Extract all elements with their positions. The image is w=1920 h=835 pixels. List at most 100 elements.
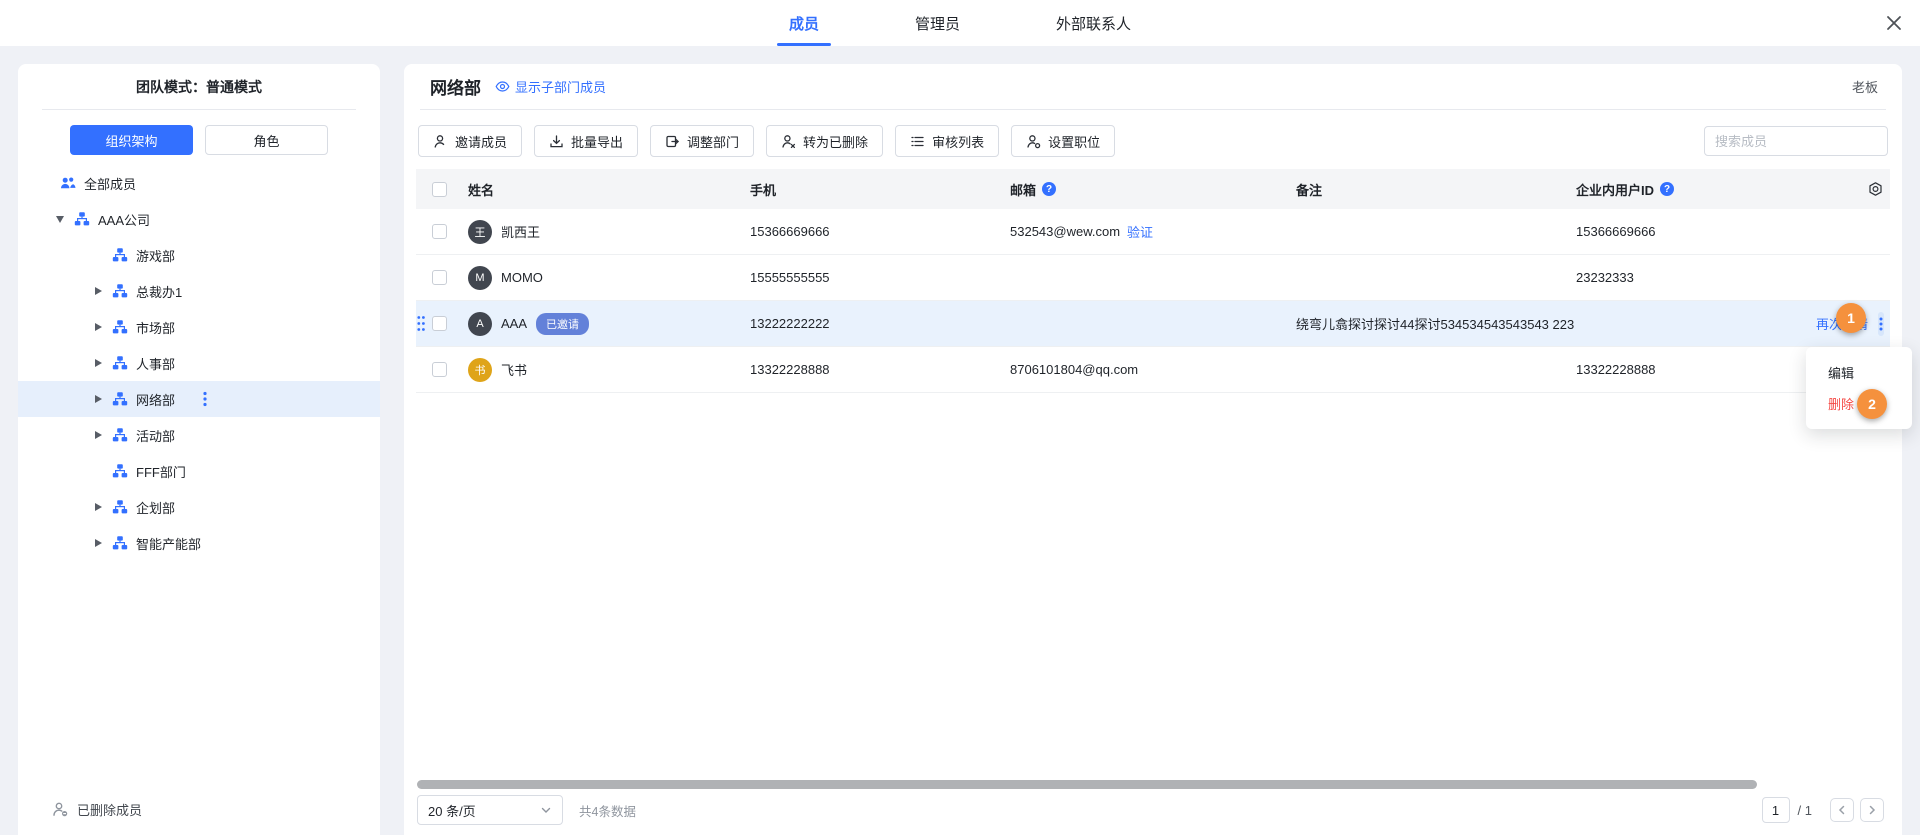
member-email: 532543@wew.com [1010, 224, 1120, 239]
person-x-icon [781, 134, 796, 149]
page-size-select[interactable]: 20 条/页 [417, 795, 563, 825]
search-input[interactable] [1705, 134, 1895, 149]
member-name: 凯西王 [501, 222, 540, 241]
org-chart-icon [112, 283, 128, 299]
tree-item-dept[interactable]: FFF部门 [18, 453, 380, 489]
table-row[interactable]: M MOMO 15555555555 23232333 [416, 255, 1890, 301]
total-pages-label: / 1 [1798, 803, 1812, 818]
main-header: 网络部 显示子部门成员 老板 [420, 64, 1886, 110]
table-row-selected[interactable]: A AAA 已邀请 13222222222 绕弯儿翕探讨探讨44探讨534534… [416, 301, 1890, 347]
page-size-value: 20 条/页 [428, 801, 476, 820]
table-row[interactable]: 王 凯西王 15366669666 532543@wew.com 验证 1536… [416, 209, 1890, 255]
org-chart-icon [112, 427, 128, 443]
tree-item-dept[interactable]: 游戏部 [18, 237, 380, 273]
caret-right-icon[interactable] [92, 321, 104, 333]
org-structure-button[interactable]: 组织架构 [70, 125, 193, 155]
handle-cell [416, 315, 432, 332]
phone-cell: 15555555555 [750, 270, 1010, 285]
caret-down-icon[interactable] [54, 213, 66, 225]
context-menu-edit[interactable]: 编辑 [1806, 357, 1912, 388]
people-icon [60, 175, 76, 191]
next-page-button[interactable] [1860, 798, 1884, 822]
user-id-cell: 23232333 [1576, 270, 1816, 285]
close-icon[interactable] [1884, 13, 1904, 33]
tree-item-dept-selected[interactable]: 网络部 [18, 381, 380, 417]
more-vertical-icon[interactable] [203, 391, 207, 407]
question-mark-icon[interactable]: ? [1660, 182, 1674, 196]
horizontal-scrollbar[interactable] [417, 780, 1757, 789]
member-phone: 15555555555 [750, 270, 830, 285]
move-to-deleted-button[interactable]: 转为已删除 [766, 125, 883, 157]
person-gear-icon [1026, 134, 1041, 149]
adjust-department-label: 调整部门 [687, 132, 739, 151]
batch-export-button[interactable]: 批量导出 [534, 125, 638, 157]
col-remark: 备注 [1296, 180, 1576, 199]
tab-admins[interactable]: 管理员 [887, 0, 988, 46]
org-chart-icon [112, 355, 128, 371]
tree-item-all-members[interactable]: 全部成员 [18, 165, 380, 201]
page-size-area: 20 条/页 共4条数据 [417, 795, 636, 825]
chevron-right-icon [1866, 804, 1878, 816]
row-checkbox[interactable] [432, 316, 447, 331]
select-all-checkbox[interactable] [432, 182, 447, 197]
transfer-icon [665, 134, 680, 149]
avatar: M [468, 266, 492, 290]
current-page-input[interactable] [1762, 797, 1790, 823]
caret-right-icon[interactable] [92, 393, 104, 405]
caret-right-icon[interactable] [92, 429, 104, 441]
name-cell: 书 飞书 [468, 358, 750, 382]
verify-email-link[interactable]: 验证 [1127, 222, 1153, 241]
member-name: MOMO [501, 270, 543, 285]
set-position-button[interactable]: 设置职位 [1011, 125, 1115, 157]
select-all-cell [432, 182, 468, 197]
sidebar-panel: 团队模式：普通模式 组织架构 角色 全部成员 AAA公司 游戏部 总裁办1 市 [18, 64, 380, 835]
member-search-box [1704, 126, 1888, 156]
member-email: 8706101804@qq.com [1010, 362, 1138, 377]
member-phone: 15366669666 [750, 224, 830, 239]
name-cell: M MOMO [468, 266, 750, 290]
tree-item-dept[interactable]: 智能产能部 [18, 525, 380, 561]
tree-item-dept[interactable]: 市场部 [18, 309, 380, 345]
tab-members[interactable]: 成员 [761, 0, 847, 46]
eye-icon [495, 79, 510, 94]
invite-member-label: 邀请成员 [455, 132, 507, 151]
roles-button[interactable]: 角色 [205, 125, 328, 155]
table-row[interactable]: 书 飞书 13322228888 8706101804@qq.com 13322… [416, 347, 1890, 393]
drag-handle-icon[interactable] [416, 315, 426, 332]
question-mark-icon[interactable]: ? [1042, 182, 1056, 196]
chevron-down-icon [540, 804, 552, 816]
tree-item-dept[interactable]: 人事部 [18, 345, 380, 381]
caret-right-icon[interactable] [92, 285, 104, 297]
org-chart-icon [74, 211, 90, 227]
tree-item-dept[interactable]: 企划部 [18, 489, 380, 525]
remark-cell: 绕弯儿翕探讨探讨44探讨534534543543543 223 [1296, 314, 1576, 333]
row-checkbox[interactable] [432, 270, 447, 285]
caret-right-icon[interactable] [92, 537, 104, 549]
table-header-row: 姓名 手机 邮箱? 备注 企业内用户ID? [416, 169, 1890, 209]
tree-item-label: AAA公司 [98, 210, 150, 229]
checkbox-cell [432, 270, 468, 285]
row-checkbox[interactable] [432, 224, 447, 239]
caret-right-icon[interactable] [92, 357, 104, 369]
org-chart-icon [112, 247, 128, 263]
name-cell: 王 凯西王 [468, 220, 750, 244]
download-icon [549, 134, 564, 149]
tree-item-dept[interactable]: 活动部 [18, 417, 380, 453]
invite-member-button[interactable]: 邀请成员 [418, 125, 522, 157]
row-checkbox[interactable] [432, 362, 447, 377]
deleted-members-link[interactable]: 已删除成员 [18, 800, 142, 819]
move-to-deleted-label: 转为已删除 [803, 132, 868, 151]
caret-right-icon[interactable] [92, 501, 104, 513]
adjust-department-button[interactable]: 调整部门 [650, 125, 754, 157]
col-phone-label: 手机 [750, 180, 776, 199]
show-subdepartment-members-toggle[interactable]: 显示子部门成员 [495, 77, 606, 96]
checkbox-cell [432, 316, 468, 331]
review-list-button[interactable]: 审核列表 [895, 125, 999, 157]
tree-item-company[interactable]: AAA公司 [18, 201, 380, 237]
row-more-button[interactable] [1878, 312, 1884, 336]
gear-icon[interactable] [1867, 181, 1884, 198]
prev-page-button[interactable] [1830, 798, 1854, 822]
tab-external-contacts[interactable]: 外部联系人 [1028, 0, 1159, 46]
tree-item-dept[interactable]: 总裁办1 [18, 273, 380, 309]
email-cell: 532543@wew.com 验证 [1010, 222, 1296, 241]
